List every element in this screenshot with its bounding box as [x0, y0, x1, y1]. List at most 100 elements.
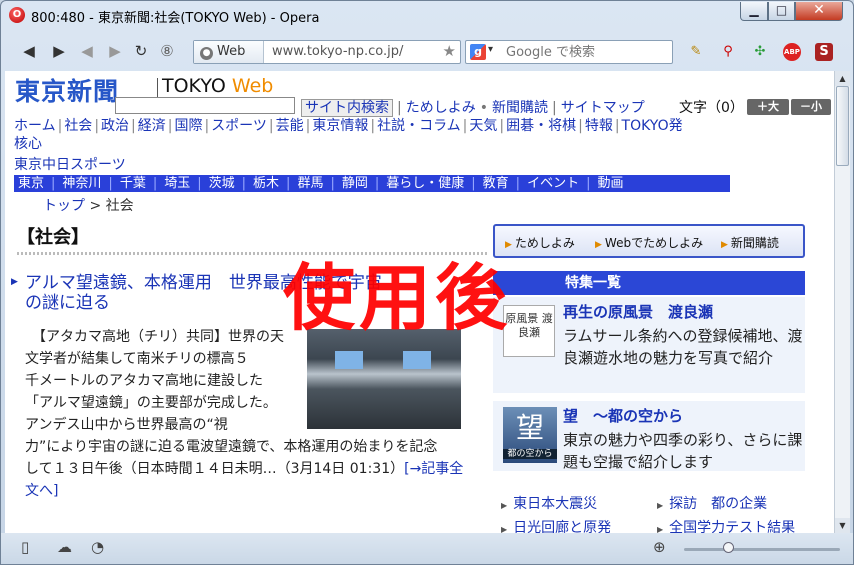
site-logo[interactable]: 東京新聞	[15, 72, 119, 108]
global-nav-item[interactable]: 政治	[101, 118, 129, 134]
global-nav-item[interactable]: スポーツ	[211, 118, 267, 134]
bookmark-star-icon[interactable]: ★	[443, 42, 456, 60]
turbo-gauge-icon[interactable]: ◔	[91, 538, 104, 556]
panel-toggle-icon[interactable]: ▯	[21, 538, 29, 556]
zoom-slider[interactable]	[684, 548, 840, 551]
navigation-toolbar: ◀ ▶ ◀ ▶ ↻ ⑧ ● Web www.tokyo-np.co.jp/ ★ g…	[5, 37, 849, 67]
scroll-up-icon[interactable]: ▲	[835, 71, 850, 86]
link-test-results[interactable]: ▶ 全国学力テスト結果	[657, 515, 795, 533]
arrow-icon: ▶	[505, 240, 512, 250]
feature-card-sky[interactable]: 望都の空から 望 ～都の空から 東京の魅力や四季の彩り、さらに課題も空撮で紹介し…	[493, 401, 805, 471]
page-viewport: 東京新聞 TOKYO Web サイト内検索 | ためしよみ • 新聞購読 | サイトマップ …	[5, 71, 834, 533]
reload-icon[interactable]: ↻	[131, 41, 151, 61]
regional-separator: |	[471, 176, 476, 191]
regional-nav-item[interactable]: 静岡	[342, 176, 368, 191]
promo-web-trial-tab[interactable]: ▶ Webでためしよみ	[595, 234, 703, 251]
breadcrumb-home[interactable]: トップ	[43, 198, 85, 214]
global-nav-item[interactable]: 芸能	[276, 118, 304, 134]
fast-forward-icon[interactable]: ▶	[105, 41, 125, 61]
global-nav-item[interactable]: 核心	[14, 136, 42, 152]
regional-nav-item[interactable]: 栃木	[253, 176, 279, 191]
link-subscribe[interactable]: 新聞購読	[492, 100, 548, 116]
scroll-thumb[interactable]	[836, 86, 849, 166]
title-bar[interactable]: O 800:480 - 東京新聞:社会(TOKYO Web) - Opera ▁…	[1, 1, 853, 29]
arrow-icon: ▶	[501, 501, 508, 510]
site-info-chip[interactable]: ● Web	[194, 41, 264, 63]
tokyo-web-logo[interactable]: TOKYO Web	[162, 75, 273, 97]
font-smaller-button[interactable]: －小	[791, 99, 831, 115]
regional-nav-item[interactable]: イベント	[527, 176, 579, 191]
feature-thumbnail-watarase[interactable]: 原風景 渡良瀬	[503, 305, 555, 357]
back-icon[interactable]: ◀	[19, 41, 39, 61]
search-input[interactable]	[506, 43, 666, 61]
feature-title-watarase[interactable]: 再生の原風景 渡良瀬	[563, 301, 713, 322]
feature-card-watarase[interactable]: 原風景 渡良瀬 再生の原風景 渡良瀬 ラムサール条約への登録候補地、渡良瀬遊水地…	[493, 297, 805, 393]
google-icon[interactable]: g	[470, 44, 486, 60]
regional-nav-item[interactable]: 神奈川	[62, 176, 101, 191]
adblock-icon[interactable]: ABP	[783, 43, 801, 61]
article-headline[interactable]: アルマ望遠鏡、本格運用 世界最高性能で宇宙 の謎に迫る	[25, 273, 465, 313]
link-chunichi-sports[interactable]: 東京中日スポーツ	[14, 154, 126, 174]
promo-trial-tab[interactable]: ▶ ためしよみ	[505, 234, 575, 251]
promo-subscribe-tab[interactable]: ▶ 新聞購読	[721, 234, 779, 251]
link-companies-label: 探訪 都の企業	[669, 496, 768, 512]
global-nav-item[interactable]: 経済	[138, 118, 166, 134]
nav-separator: |	[131, 118, 136, 134]
zoom-slider-handle[interactable]	[723, 542, 734, 553]
global-nav-item[interactable]: TOKYO発	[622, 118, 683, 134]
speed-dial-icon[interactable]: ⑧	[157, 41, 177, 61]
chevron-down-icon[interactable]: ▾	[488, 44, 493, 55]
extension-icon[interactable]: S	[815, 43, 833, 61]
regional-nav-item[interactable]: 動画	[597, 176, 623, 191]
minimize-button[interactable]: ▁	[740, 2, 768, 21]
global-nav-item[interactable]: 特報	[585, 118, 613, 134]
feature-list-header: 特集一覧	[493, 271, 805, 295]
maximize-button[interactable]: □	[768, 2, 795, 21]
site-search-input[interactable]	[115, 97, 295, 114]
regional-nav-item[interactable]: 群馬	[297, 176, 323, 191]
vertical-scrollbar[interactable]: ▲ ▼	[834, 71, 850, 533]
rewind-icon[interactable]: ◀	[77, 41, 97, 61]
turbo-icon[interactable]: ✣	[751, 43, 769, 61]
regional-nav-item[interactable]: 東京	[18, 176, 44, 191]
section-divider	[17, 252, 487, 255]
regional-nav-item[interactable]: 茨城	[209, 176, 235, 191]
zoom-icon[interactable]: ⊕	[653, 538, 666, 556]
close-button[interactable]: ✕	[795, 2, 843, 21]
scroll-down-icon[interactable]: ▼	[835, 518, 850, 533]
link-sitemap[interactable]: サイトマップ	[561, 100, 645, 116]
globe-icon: ●	[200, 47, 213, 60]
nav-separator: |	[94, 118, 100, 134]
nav-separator: |	[499, 118, 505, 134]
global-nav-item[interactable]: 国際	[174, 118, 202, 134]
regional-nav-item[interactable]: 暮らし・健康	[386, 176, 464, 191]
breadcrumb-separator: >	[85, 198, 106, 214]
article-line-wide-1: 力”により宇宙の謎に迫る電波望遠鏡で、本格運用の始まりを記念	[25, 439, 438, 455]
regional-nav-item[interactable]: 教育	[483, 176, 509, 191]
feature-desc-sky: 東京の魅力や四季の彩り、さらに課題も空撮で紹介します	[563, 431, 803, 471]
regional-nav-item[interactable]: 千葉	[120, 176, 146, 191]
global-nav-item[interactable]: 天気	[469, 118, 497, 134]
global-nav-item[interactable]: 囲碁・将棋	[506, 118, 576, 134]
search-box[interactable]: g ▾	[465, 40, 673, 64]
nav-separator: |	[167, 118, 173, 134]
global-nav-item[interactable]: 東京情報	[312, 118, 368, 134]
article-line: 文学者が結集して南米チリの標高５	[25, 351, 249, 367]
unite-cloud-icon[interactable]: ☁	[57, 538, 72, 556]
regional-separator: |	[330, 176, 335, 191]
global-nav-item[interactable]: 社説・コラム	[377, 118, 461, 134]
forward-icon[interactable]: ▶	[49, 41, 69, 61]
global-nav-item[interactable]: ホーム	[14, 118, 56, 134]
find-icon[interactable]: ⚲	[719, 43, 737, 61]
feature-thumbnail-sky[interactable]: 望都の空から	[503, 407, 557, 463]
global-nav-item[interactable]: 社会	[64, 118, 92, 134]
regional-nav-item[interactable]: 埼玉	[164, 176, 190, 191]
notes-icon[interactable]: ✎	[687, 43, 705, 61]
site-search-button[interactable]: サイト内検索	[301, 99, 393, 117]
url-text[interactable]: www.tokyo-np.co.jp/	[272, 44, 403, 59]
address-bar[interactable]: ● Web www.tokyo-np.co.jp/ ★	[193, 40, 461, 64]
link-trial-reading[interactable]: ためしよみ	[406, 100, 476, 116]
feature-title-sky[interactable]: 望 ～都の空から	[563, 405, 683, 426]
font-bigger-button[interactable]: ＋大	[747, 99, 789, 115]
link-nikko[interactable]: ▶ 日光回廊と原発	[501, 515, 611, 533]
